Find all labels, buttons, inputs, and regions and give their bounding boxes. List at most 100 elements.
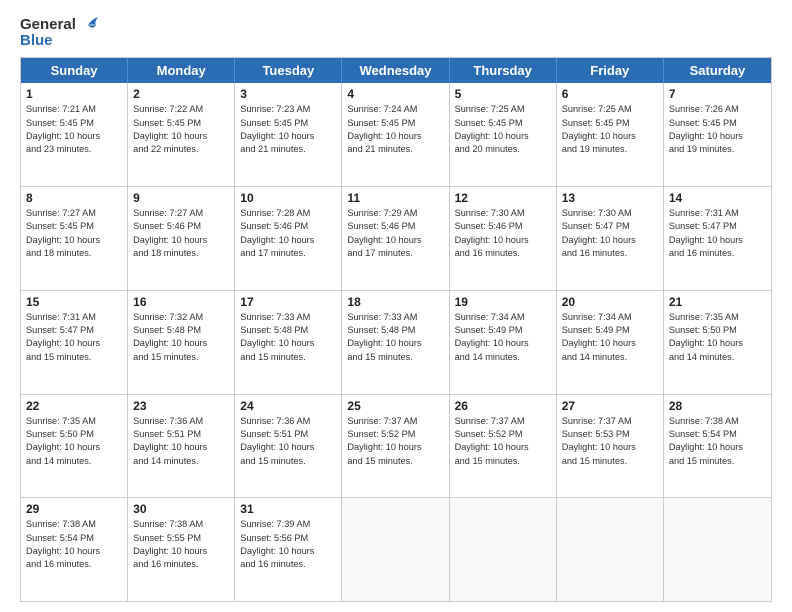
cell-2-2: 17Sunrise: 7:33 AMSunset: 5:48 PMDayligh… <box>235 291 342 394</box>
day-info: and 17 minutes. <box>347 247 443 260</box>
cell-0-5: 6Sunrise: 7:25 AMSunset: 5:45 PMDaylight… <box>557 83 664 186</box>
day-info: and 14 minutes. <box>562 351 658 364</box>
day-number: 25 <box>347 399 443 413</box>
day-info: Sunrise: 7:30 AM <box>562 207 658 220</box>
day-info: Daylight: 10 hours <box>669 337 766 350</box>
day-number: 15 <box>26 295 122 309</box>
day-info: Sunrise: 7:34 AM <box>455 311 551 324</box>
header-tuesday: Tuesday <box>235 58 342 83</box>
day-info: Sunrise: 7:27 AM <box>26 207 122 220</box>
cell-2-1: 16Sunrise: 7:32 AMSunset: 5:48 PMDayligh… <box>128 291 235 394</box>
day-info: Sunset: 5:48 PM <box>347 324 443 337</box>
day-info: Sunset: 5:46 PM <box>133 220 229 233</box>
day-info: Daylight: 10 hours <box>133 234 229 247</box>
cell-3-6: 28 Sunrise: 7:38 AMSunset: 5:54 PMDayligh… <box>664 395 771 498</box>
day-info: and 16 minutes. <box>26 558 122 571</box>
cell-4-3 <box>342 498 449 601</box>
cell-3-1: 23Sunrise: 7:36 AMSunset: 5:51 PMDayligh… <box>128 395 235 498</box>
day-info: Daylight: 10 hours <box>240 441 336 454</box>
day-info: Sunset: 5:51 PM <box>133 428 229 441</box>
day-info: Daylight: 10 hours <box>669 130 766 143</box>
cell-1-0: 8Sunrise: 7:27 AMSunset: 5:45 PMDaylight… <box>21 187 128 290</box>
day-number: 8 <box>26 191 122 205</box>
header: General Blue <box>20 16 772 49</box>
day-info: and 16 minutes. <box>455 247 551 260</box>
day-info: Sunrise: 7:38 AM <box>133 518 229 531</box>
day-info: and 15 minutes. <box>455 455 551 468</box>
day-number: 2 <box>133 87 229 101</box>
day-number: 18 <box>347 295 443 309</box>
day-info: Daylight: 10 hours <box>562 234 658 247</box>
calendar-header: Sunday Monday Tuesday Wednesday Thursday… <box>21 58 771 83</box>
day-number: 17 <box>240 295 336 309</box>
day-info: Daylight: 10 hours <box>133 545 229 558</box>
day-info: and 14 minutes. <box>669 351 766 364</box>
day-info: and 15 minutes. <box>347 351 443 364</box>
day-info: and 22 minutes. <box>133 143 229 156</box>
day-info: Daylight: 10 hours <box>240 337 336 350</box>
day-info: Daylight: 10 hours <box>562 130 658 143</box>
day-info: Sunset: 5:50 PM <box>669 324 766 337</box>
day-info: Sunset: 5:48 PM <box>133 324 229 337</box>
day-number: 22 <box>26 399 122 413</box>
day-number: 5 <box>455 87 551 101</box>
day-info: Daylight: 10 hours <box>240 130 336 143</box>
day-info: Sunrise: 7:31 AM <box>669 207 766 220</box>
day-info: Sunset: 5:45 PM <box>26 220 122 233</box>
header-monday: Monday <box>128 58 235 83</box>
day-info: and 15 minutes. <box>347 455 443 468</box>
day-info: Daylight: 10 hours <box>347 441 443 454</box>
header-thursday: Thursday <box>450 58 557 83</box>
day-info: Sunset: 5:45 PM <box>240 117 336 130</box>
day-number: 10 <box>240 191 336 205</box>
day-info: Sunset: 5:49 PM <box>455 324 551 337</box>
day-info: Sunset: 5:55 PM <box>133 532 229 545</box>
day-info: Sunrise: 7:32 AM <box>133 311 229 324</box>
week-row-3: 15Sunrise: 7:31 AMSunset: 5:47 PMDayligh… <box>21 290 771 394</box>
day-info: Sunrise: 7:23 AM <box>240 103 336 116</box>
day-info: Sunrise: 7:35 AM <box>669 311 766 324</box>
day-info: and 21 minutes. <box>240 143 336 156</box>
day-info: Sunset: 5:45 PM <box>133 117 229 130</box>
day-info: Daylight: 10 hours <box>133 130 229 143</box>
header-sunday: Sunday <box>21 58 128 83</box>
day-info: and 15 minutes. <box>669 455 766 468</box>
day-info: Daylight: 10 hours <box>347 130 443 143</box>
day-number: 20 <box>562 295 658 309</box>
day-info: Sunrise: 7:22 AM <box>133 103 229 116</box>
day-number: 28 <box>669 399 766 413</box>
day-info: Sunset: 5:47 PM <box>669 220 766 233</box>
day-number: 14 <box>669 191 766 205</box>
day-info: Sunrise: 7:31 AM <box>26 311 122 324</box>
week-row-5: 29Sunrise: 7:38 AMSunset: 5:54 PMDayligh… <box>21 497 771 601</box>
day-info: Sunrise: 7:25 AM <box>455 103 551 116</box>
day-info: Daylight: 10 hours <box>669 441 766 454</box>
week-row-4: 22Sunrise: 7:35 AMSunset: 5:50 PMDayligh… <box>21 394 771 498</box>
day-info: and 21 minutes. <box>347 143 443 156</box>
day-info: and 15 minutes. <box>240 455 336 468</box>
day-info: Sunrise: 7:28 AM <box>240 207 336 220</box>
day-number: 26 <box>455 399 551 413</box>
day-info: Sunset: 5:54 PM <box>669 428 766 441</box>
cell-2-4: 19Sunrise: 7:34 AMSunset: 5:49 PMDayligh… <box>450 291 557 394</box>
day-info: Sunrise: 7:38 AM <box>26 518 122 531</box>
day-info: and 18 minutes. <box>133 247 229 260</box>
header-friday: Friday <box>557 58 664 83</box>
day-info: Sunset: 5:53 PM <box>562 428 658 441</box>
day-info: Sunrise: 7:35 AM <box>26 415 122 428</box>
day-info: Sunrise: 7:25 AM <box>562 103 658 116</box>
day-info: Sunset: 5:54 PM <box>26 532 122 545</box>
cell-2-0: 15Sunrise: 7:31 AMSunset: 5:47 PMDayligh… <box>21 291 128 394</box>
day-info: Sunrise: 7:27 AM <box>133 207 229 220</box>
logo-bird-icon <box>78 16 100 34</box>
day-info: Sunrise: 7:34 AM <box>562 311 658 324</box>
day-info: and 23 minutes. <box>26 143 122 156</box>
day-info: Daylight: 10 hours <box>455 130 551 143</box>
day-info: Sunset: 5:45 PM <box>347 117 443 130</box>
day-info: and 16 minutes. <box>669 247 766 260</box>
day-info: Sunset: 5:46 PM <box>240 220 336 233</box>
day-info: Sunrise: 7:24 AM <box>347 103 443 116</box>
day-info: Sunrise: 7:38 AM <box>669 415 766 428</box>
day-info: Sunset: 5:46 PM <box>455 220 551 233</box>
day-info: Sunrise: 7:29 AM <box>347 207 443 220</box>
